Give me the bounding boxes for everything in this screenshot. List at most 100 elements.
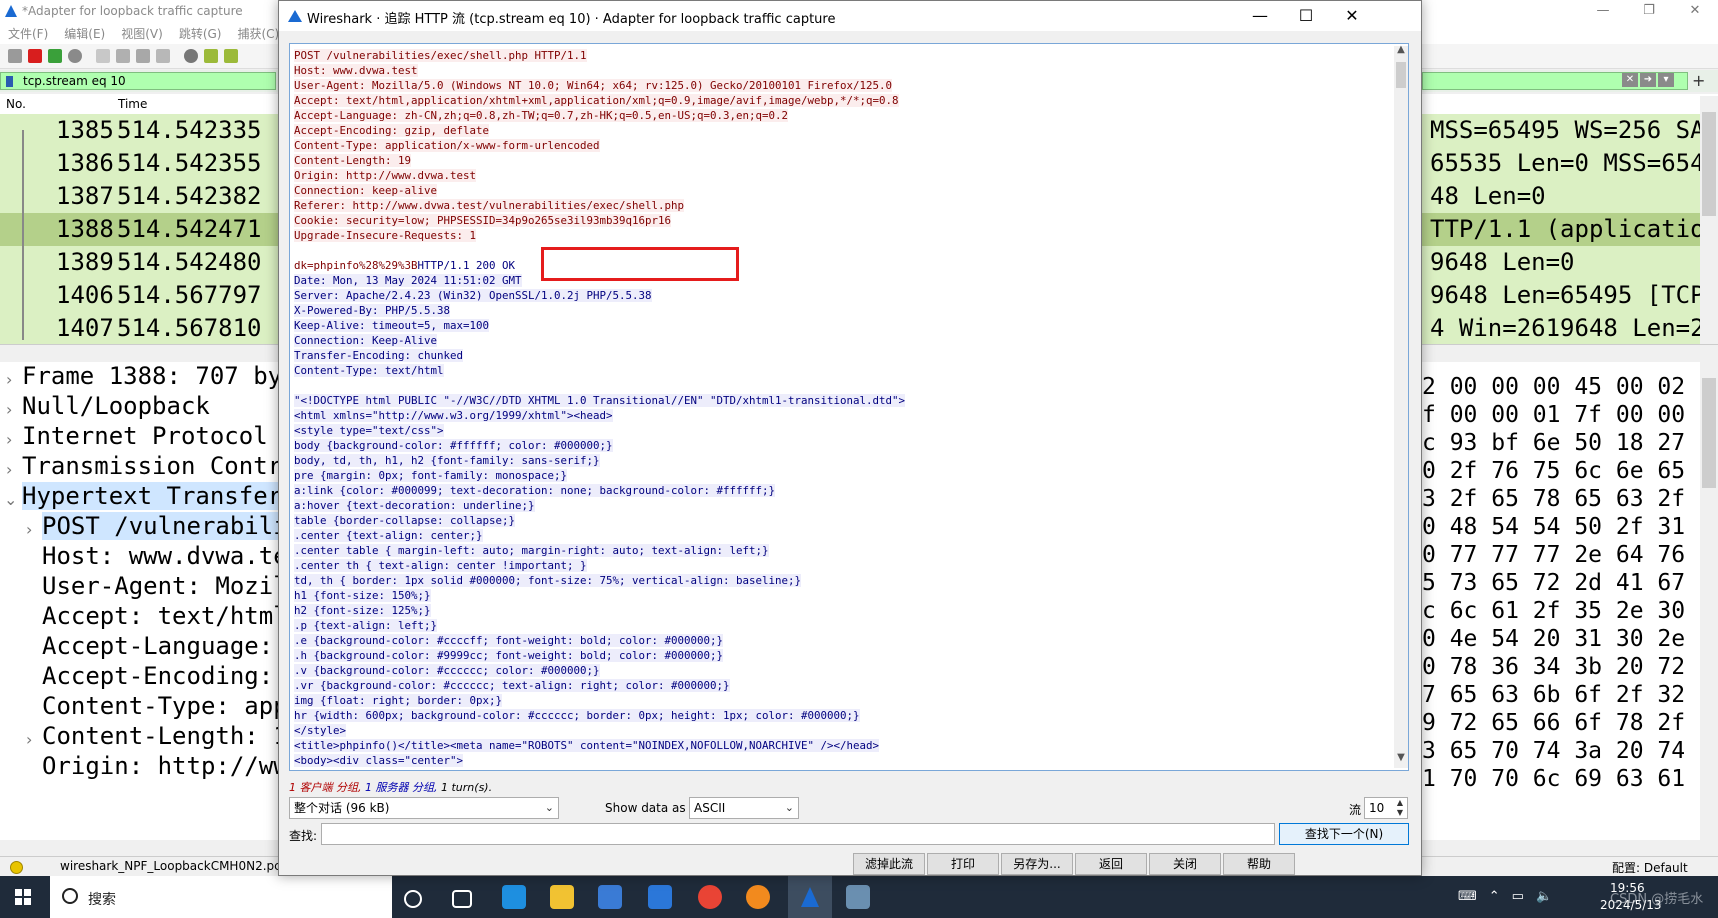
client-line: User-Agent: Mozilla/5.0 (Windows NT 10.0…: [294, 79, 893, 92]
store-icon[interactable]: [598, 885, 622, 909]
chrome-icon[interactable]: [698, 885, 722, 909]
main-window-title: *Adapter for loopback traffic capture: [22, 4, 243, 18]
tree-item-http[interactable]: Hypertext Transfer: [22, 482, 283, 510]
server-line: .center {text-align: center;}: [294, 529, 483, 542]
stream-content[interactable]: POST /vulnerabilities/exec/shell.php HTT…: [289, 43, 1409, 771]
tree-item[interactable]: Origin: http://ww: [42, 752, 288, 780]
tree-item[interactable]: Host: www.dvwa.te: [42, 542, 288, 570]
stream-scrollbar[interactable]: [1394, 46, 1408, 768]
conversation-select[interactable]: 整个对话 (96 kB) ⌄: [289, 797, 559, 819]
tree-item[interactable]: Accept-Encoding:: [42, 662, 273, 690]
server-line: a:hover {text-decoration: underline;}: [294, 499, 535, 512]
expand-arrow-icon[interactable]: ›: [6, 460, 12, 479]
tree-item[interactable]: Internet Protocol: [22, 422, 268, 450]
menu-go[interactable]: 跳转(G): [179, 24, 222, 44]
help-button[interactable]: 帮助: [1223, 853, 1295, 875]
save-as-button[interactable]: 另存为...: [1001, 853, 1073, 875]
apply-filter-icon[interactable]: ➜: [1640, 73, 1656, 87]
spin-arrows-icon[interactable]: ▲ ▼: [1397, 798, 1403, 818]
tree-item[interactable]: Content-Type: app: [42, 692, 288, 720]
expand-arrow-icon[interactable]: ›: [6, 400, 12, 419]
server-line: Date: Mon, 13 May 2024 11:51:02 GMT: [294, 274, 522, 287]
expand-arrow-icon[interactable]: ›: [6, 370, 12, 389]
close-button[interactable]: ✕: [1329, 1, 1375, 31]
collapse-arrow-icon[interactable]: ⌄: [4, 490, 17, 509]
go-back-icon[interactable]: [204, 49, 218, 63]
mail-icon[interactable]: [648, 885, 672, 909]
expand-arrow-icon[interactable]: ›: [6, 430, 12, 449]
close-button[interactable]: ✕: [1672, 0, 1718, 24]
find-next-button[interactable]: 查找下一个(N): [1279, 823, 1409, 845]
packet-bytes-pane: 2 00 00 00 45 00 02 f 00 00 01 7f 00 00 …: [1422, 362, 1700, 840]
filter-out-stream-button[interactable]: 滤掉此流: [853, 853, 925, 875]
menu-view[interactable]: 视图(V): [121, 24, 163, 44]
filter-dropdown-icon[interactable]: ▾: [1658, 73, 1674, 87]
menu-capture[interactable]: 捕获(C): [237, 24, 279, 44]
minimize-button[interactable]: —: [1580, 0, 1626, 24]
menu-file[interactable]: 文件(F): [8, 24, 48, 44]
restart-capture-icon[interactable]: [48, 49, 62, 63]
display-filter-input[interactable]: tcp.stream eq 10: [0, 72, 276, 90]
packet-info: 4 Win=2619648 Len=29: [1430, 314, 1700, 342]
back-button[interactable]: 返回: [1075, 853, 1147, 875]
start-capture-icon[interactable]: [8, 49, 22, 63]
column-no[interactable]: No.: [6, 97, 26, 111]
expert-info-icon[interactable]: [10, 861, 23, 874]
close-dialog-button[interactable]: 关闭: [1149, 853, 1221, 875]
cortana-icon[interactable]: [404, 890, 422, 908]
bytes-scroll-thumb[interactable]: [1702, 378, 1716, 488]
bytes-row: 7 65 63 6b 6f 2f 32: [1422, 682, 1686, 708]
stream-number-spinbox[interactable]: 10 ▲ ▼: [1364, 797, 1408, 819]
tree-item[interactable]: Frame 1388: 707 by: [22, 362, 282, 390]
show-data-as-select[interactable]: ASCII ⌄: [689, 797, 799, 819]
reload-icon[interactable]: [156, 49, 170, 63]
wireshark-taskbar-icon[interactable]: [798, 885, 822, 909]
scroll-down-icon[interactable]: ▼: [1394, 752, 1408, 768]
print-button[interactable]: 打印: [927, 853, 999, 875]
find-input[interactable]: [321, 823, 1275, 845]
open-file-icon[interactable]: [96, 49, 110, 63]
windows-start-icon[interactable]: [0, 876, 46, 918]
server-line: "<!DOCTYPE html PUBLIC "-//W3C//DTD XHTM…: [294, 394, 906, 407]
scroll-up-icon[interactable]: ▲: [1394, 44, 1408, 60]
volume-icon[interactable]: 🔈: [1536, 889, 1552, 904]
packet-list-scroll-thumb[interactable]: [1702, 112, 1716, 216]
network-icon[interactable]: ▭: [1512, 889, 1524, 904]
go-forward-icon[interactable]: [224, 49, 238, 63]
tray-expand-icon[interactable]: ⌃: [1489, 889, 1500, 904]
file-explorer-icon[interactable]: [550, 885, 574, 909]
tree-item[interactable]: Content-Length: 1: [42, 722, 288, 750]
expand-arrow-icon[interactable]: ›: [26, 520, 32, 539]
network-app-icon[interactable]: [846, 885, 870, 909]
menu-edit[interactable]: 编辑(E): [64, 24, 105, 44]
tree-item[interactable]: Null/Loopback: [22, 392, 210, 420]
show-data-as-label: Show data as: [605, 801, 686, 815]
close-file-icon[interactable]: [136, 49, 150, 63]
tree-item[interactable]: User-Agent: Mozil: [42, 572, 288, 600]
bookmark-icon[interactable]: [6, 76, 13, 87]
stream-scroll-thumb[interactable]: [1396, 62, 1406, 88]
maximize-button[interactable]: ❐: [1626, 0, 1672, 24]
tree-item[interactable]: Accept: text/html: [42, 602, 288, 630]
tree-item[interactable]: Transmission Contr: [22, 452, 282, 480]
maximize-button[interactable]: ☐: [1283, 1, 1329, 31]
status-profile[interactable]: 配置: Default: [1612, 859, 1688, 876]
client-line: [294, 243, 1384, 258]
capture-options-icon[interactable]: [68, 49, 82, 63]
expand-arrow-icon[interactable]: ›: [26, 730, 32, 749]
tree-item[interactable]: Accept-Language:: [42, 632, 273, 660]
keyboard-icon[interactable]: ⌨: [1458, 889, 1477, 904]
save-file-icon[interactable]: [116, 49, 130, 63]
clear-filter-icon[interactable]: ✕: [1622, 73, 1638, 87]
stop-capture-icon[interactable]: [28, 49, 42, 63]
column-time[interactable]: Time: [118, 97, 147, 111]
find-packet-icon[interactable]: [184, 49, 198, 63]
minimize-button[interactable]: —: [1237, 1, 1283, 31]
edge-icon[interactable]: [502, 885, 526, 909]
stream-text: POST /vulnerabilities/exec/shell.php HTT…: [294, 48, 1384, 768]
task-view-icon[interactable]: [452, 890, 472, 908]
add-filter-button-icon[interactable]: +: [1692, 71, 1705, 90]
firefox-icon[interactable]: [746, 885, 770, 909]
bytes-row: 1 70 70 6c 69 63 61: [1422, 766, 1686, 792]
tree-item-request-line[interactable]: POST /vulnerabili: [42, 512, 288, 540]
